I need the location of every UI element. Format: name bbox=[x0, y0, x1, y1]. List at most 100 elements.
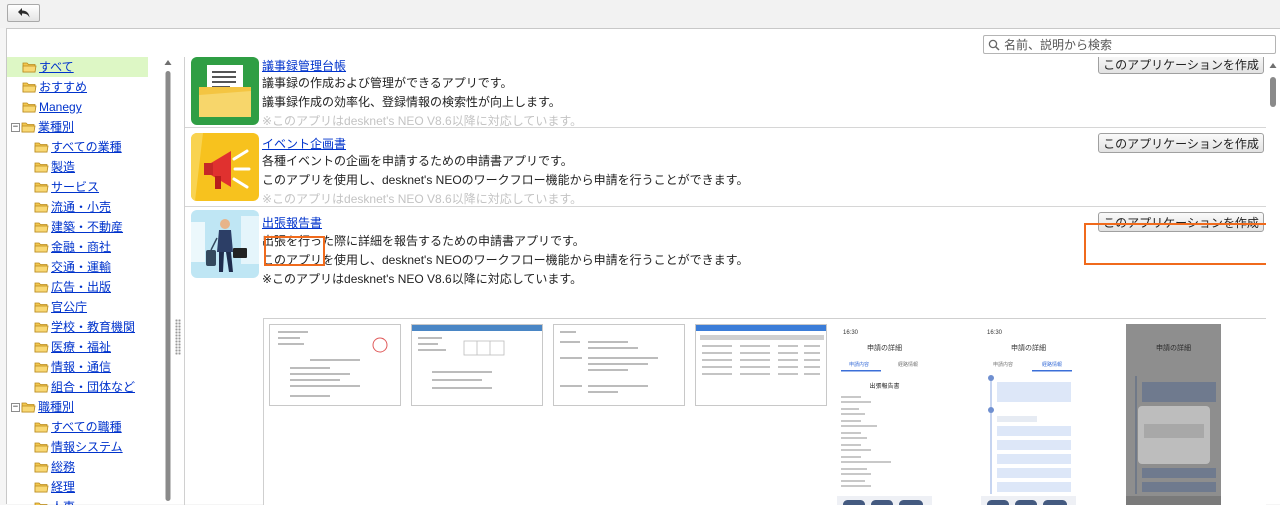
tree-item[interactable]: 広告・出版 bbox=[7, 277, 167, 297]
mobile-tab: 経路情報 bbox=[1042, 361, 1062, 368]
pane-splitter-handle[interactable] bbox=[175, 319, 181, 355]
folder-icon bbox=[34, 482, 49, 493]
mobile-screenshot[interactable]: 16:30 申請の詳細 申請内容 経路情報 bbox=[981, 324, 1076, 505]
business-traveler-icon bbox=[191, 210, 259, 278]
highlight-button-box bbox=[1084, 223, 1266, 265]
search-icon bbox=[988, 39, 1000, 51]
tree-item[interactable]: − 業種別 bbox=[7, 117, 167, 137]
tree-item[interactable]: 建築・不動産 bbox=[7, 217, 167, 237]
mobile-screenshot[interactable]: 申請の詳細 bbox=[1126, 324, 1221, 505]
top-toolbar bbox=[0, 0, 1280, 28]
app-title-link[interactable]: 議事録管理台帳 bbox=[262, 57, 346, 74]
tree-item[interactable]: 官公庁 bbox=[7, 297, 167, 317]
mobile-tab: 申請内容 bbox=[849, 361, 869, 368]
collapse-toggle-icon[interactable]: − bbox=[11, 402, 20, 412]
create-application-button[interactable]: このアプリケーションを作成 bbox=[1098, 57, 1264, 74]
tree-item-label[interactable]: すべての業種 bbox=[51, 137, 122, 157]
tree-item-label[interactable]: おすすめ bbox=[39, 77, 87, 97]
tree-item[interactable]: おすすめ bbox=[7, 77, 167, 97]
folder-icon bbox=[34, 142, 49, 153]
tree-item[interactable]: 医療・福祉 bbox=[7, 337, 167, 357]
tree-item-label[interactable]: 建築・不動産 bbox=[51, 217, 123, 237]
tree-item-label[interactable]: 職種別 bbox=[38, 397, 74, 417]
app-row: イベント企画書 各種イベントの企画を申請するための申請書アプリです。 このアプリ… bbox=[185, 129, 1266, 207]
screenshot-thumbnail[interactable] bbox=[695, 324, 827, 406]
folder-icon bbox=[34, 442, 49, 453]
screenshot-thumbnail[interactable] bbox=[411, 324, 543, 406]
folder-icon bbox=[34, 242, 49, 253]
collapse-toggle-icon[interactable]: − bbox=[11, 122, 20, 132]
tree-item-label[interactable]: 学校・教育機関 bbox=[51, 317, 135, 337]
tree-item[interactable]: すべて bbox=[7, 57, 148, 77]
tree-item[interactable]: 流通・小売 bbox=[7, 197, 167, 217]
mobile-time: 16:30 bbox=[987, 330, 1003, 336]
main-scrollbar-thumb[interactable] bbox=[1270, 77, 1276, 107]
tree-item[interactable]: 情報システム bbox=[7, 437, 167, 457]
search-input[interactable] bbox=[1000, 36, 1275, 53]
folder-icon bbox=[22, 82, 37, 93]
tree-item[interactable]: 情報・通信 bbox=[7, 357, 167, 377]
tree-item[interactable]: すべての職種 bbox=[7, 417, 167, 437]
mobile-tab: 申請内容 bbox=[993, 361, 1013, 368]
app-description: 各種イベントの企画を申請するための申請書アプリです。 このアプリを使用し、des… bbox=[262, 154, 749, 206]
screenshot-thumbnail[interactable] bbox=[269, 324, 401, 406]
app-description: 出張を行った際に詳細を報告するための申請書アプリです。 このアプリを使用し、de… bbox=[262, 234, 749, 286]
tree-item-label[interactable]: すべての職種 bbox=[51, 417, 122, 437]
folder-icon bbox=[34, 282, 49, 293]
tree-item-label[interactable]: 組合・団体など bbox=[51, 377, 135, 397]
app-title-link[interactable]: イベント企画書 bbox=[262, 135, 346, 152]
mobile-header: 申請の詳細 bbox=[1156, 343, 1191, 352]
app-list: 議事録管理台帳 議事録の作成および管理ができるアプリです。 議事録作成の効率化、… bbox=[184, 57, 1266, 505]
tree-item-label[interactable]: 総務 bbox=[51, 457, 75, 477]
tree-item-label[interactable]: 製造 bbox=[51, 157, 75, 177]
tree-item[interactable]: 交通・運輸 bbox=[7, 257, 167, 277]
back-button[interactable] bbox=[7, 4, 40, 22]
tree-item-label[interactable]: 交通・運輸 bbox=[51, 257, 111, 277]
megaphone-icon bbox=[191, 133, 259, 201]
folder-icon bbox=[21, 122, 36, 133]
folder-icon bbox=[34, 182, 49, 193]
screenshot-thumbnail[interactable] bbox=[553, 324, 685, 406]
tree-item-label[interactable]: 経理 bbox=[51, 477, 75, 497]
folder-icon bbox=[34, 422, 49, 433]
screenshot-gallery: 16:30 申請の詳細 申請内容 経路情報 出張報告書 16:30 申請の詳細 … bbox=[263, 318, 1266, 505]
mobile-header: 申請の詳細 bbox=[867, 343, 902, 352]
tree-item-label[interactable]: Manegy bbox=[39, 97, 82, 117]
tree-item-label[interactable]: 金融・商社 bbox=[51, 237, 111, 257]
search-box[interactable] bbox=[983, 35, 1276, 54]
tree-item[interactable]: Manegy bbox=[7, 97, 167, 117]
tree-item-label[interactable]: 医療・福祉 bbox=[51, 337, 111, 357]
tree-item[interactable]: 総務 bbox=[7, 457, 167, 477]
folder-icon bbox=[34, 502, 48, 505]
folder-icon bbox=[22, 102, 37, 113]
tree-item[interactable]: 経理 bbox=[7, 477, 167, 497]
tree-item[interactable]: − 職種別 bbox=[7, 397, 167, 417]
folder-icon bbox=[34, 342, 49, 353]
app-title-link[interactable]: 出張報告書 bbox=[262, 214, 322, 231]
tree-item[interactable]: 学校・教育機関 bbox=[7, 317, 167, 337]
mobile-screenshot[interactable]: 16:30 申請の詳細 申請内容 経路情報 出張報告書 bbox=[837, 324, 932, 505]
tree-item-label[interactable]: 広告・出版 bbox=[51, 277, 111, 297]
tree-item[interactable]: 製造 bbox=[7, 157, 167, 177]
tree-item-label[interactable]: 流通・小売 bbox=[51, 197, 111, 217]
create-application-button[interactable]: このアプリケーションを作成 bbox=[1098, 133, 1264, 153]
tree-item-label[interactable]: サービス bbox=[51, 177, 99, 197]
tree-item-label[interactable]: すべて bbox=[39, 57, 74, 77]
folder-icon bbox=[34, 362, 49, 373]
scroll-up-icon[interactable] bbox=[1266, 59, 1280, 73]
tree-item-label[interactable]: 情報・通信 bbox=[51, 357, 111, 377]
tree-item-label[interactable]: 官公庁 bbox=[51, 297, 87, 317]
tree-scrollbar[interactable] bbox=[163, 57, 173, 505]
tree-item[interactable]: すべての業種 bbox=[7, 137, 167, 157]
tree-item-label[interactable]: 業種別 bbox=[38, 117, 74, 137]
tree-item[interactable]: サービス bbox=[7, 177, 167, 197]
folder-icon bbox=[21, 402, 36, 413]
mobile-doc-title: 出張報告書 bbox=[869, 382, 899, 390]
app-row: 議事録管理台帳 議事録の作成および管理ができるアプリです。 議事録作成の効率化、… bbox=[185, 57, 1266, 128]
tree-item-label[interactable]: 情報システム bbox=[51, 437, 123, 457]
tree-item[interactable]: 組合・団体など bbox=[7, 377, 167, 397]
tree-item[interactable]: 金融・商社 bbox=[7, 237, 167, 257]
category-tree: すべて おすすめ Manegy − 業種別 すべての業種 製造 サービス 流通・小売 建築・不動産… bbox=[7, 57, 167, 505]
main-scrollbar[interactable] bbox=[1266, 57, 1280, 504]
mobile-time: 16:30 bbox=[843, 330, 859, 336]
